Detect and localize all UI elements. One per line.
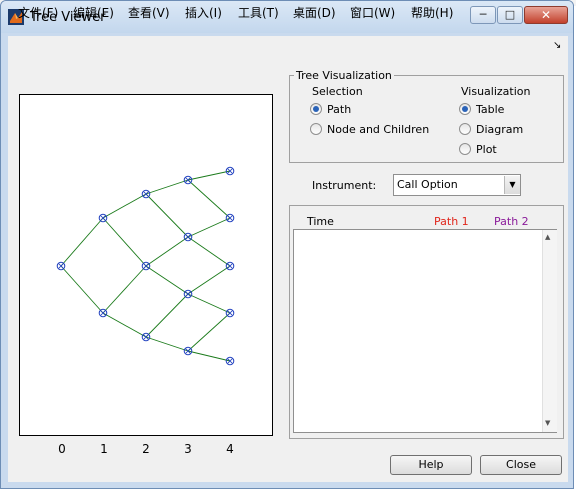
tree-edge [187,312,231,352]
tree-visualization-title: Tree Visualization [294,69,394,82]
tree-edge [187,293,231,314]
column-header-time: Time [307,215,334,228]
menu-insert[interactable]: 插入(I) [185,4,222,21]
node-and-children-radio-label[interactable]: Node and Children [327,123,429,136]
menu-bar [8,36,568,58]
tree-edge [102,217,147,267]
table-radio[interactable] [459,103,471,115]
column-header-path-2: Path 2 [494,215,529,228]
x-tick-1: 1 [100,442,108,456]
diagram-radio-label[interactable]: Diagram [476,123,523,136]
tree-node-mark [227,263,233,269]
tree-edge [187,179,231,219]
plot-radio-label[interactable]: Plot [476,143,497,156]
path-radio-label[interactable]: Path [327,103,351,116]
x-tick-2: 2 [142,442,150,456]
x-tick-0: 0 [58,442,66,456]
tree-edge [60,217,104,267]
menu-edit[interactable]: 编辑(E) [73,4,114,21]
tree-node-mark [58,263,64,269]
menu-tools[interactable]: 工具(T) [238,4,279,21]
maximize-button[interactable]: □ [497,6,523,24]
path-values-listbox[interactable] [293,229,557,433]
x-tick-4: 4 [226,442,234,456]
listbox-scrollbar[interactable] [542,230,557,432]
tree-edge [60,265,104,314]
tree-edge [145,293,189,338]
tree-diagram [56,166,235,366]
help-button[interactable]: Help [390,455,472,475]
diagram-radio[interactable] [459,123,471,135]
tree-edge [102,265,147,314]
tree-edge [187,217,231,238]
menu-desktop[interactable]: 桌面(D) [293,4,336,21]
instrument-selected-value[interactable]: Call Option [397,178,458,191]
path-radio[interactable] [310,103,322,115]
tree-edge [145,193,189,238]
node-and-children-radio[interactable] [310,123,322,135]
tree-edge [145,179,189,195]
tree-nodes [56,166,235,366]
chevron-down-icon[interactable]: ▼ [504,176,520,194]
close-window-button[interactable]: ✕ [524,6,568,24]
tree-node-mark [185,234,191,240]
tree-node-mark [227,215,233,221]
close-button[interactable]: Close [480,455,562,475]
tree-node-mark [227,310,233,316]
tree-node-mark [185,291,191,297]
tree-edge [102,193,147,219]
menu-help[interactable]: 帮助(H) [411,4,453,21]
tree-node-mark [143,191,149,197]
menu-file[interactable]: 文件(F) [18,4,58,21]
menu-view[interactable]: 查看(V) [128,4,170,21]
tree-edge [187,350,231,362]
tree-edge [187,265,231,295]
minimize-button[interactable]: ─ [470,6,496,24]
tree-node-mark [100,215,106,221]
table-radio-label[interactable]: Table [476,103,504,116]
tree-node-mark [143,263,149,269]
dock-arrow-icon[interactable]: ↘ [553,40,561,51]
tree-node-mark [100,310,106,316]
tree-edge [102,312,147,338]
scroll-up-arrow-icon[interactable]: ▲ [545,233,550,241]
visualization-heading: Visualization [461,85,531,98]
tree-node-mark [143,334,149,340]
selection-heading: Selection [312,85,363,98]
tree-edge [145,236,189,267]
scroll-down-arrow-icon[interactable]: ▼ [545,419,550,427]
instrument-label: Instrument: [312,179,377,192]
menu-window[interactable]: 窗口(W) [350,4,395,21]
tree-edge [145,265,189,295]
plot-radio[interactable] [459,143,471,155]
column-header-path-1: Path 1 [434,215,469,228]
tree-edge [187,236,231,267]
tree-edge [145,336,189,352]
tree-edge [187,170,231,181]
x-tick-3: 3 [184,442,192,456]
